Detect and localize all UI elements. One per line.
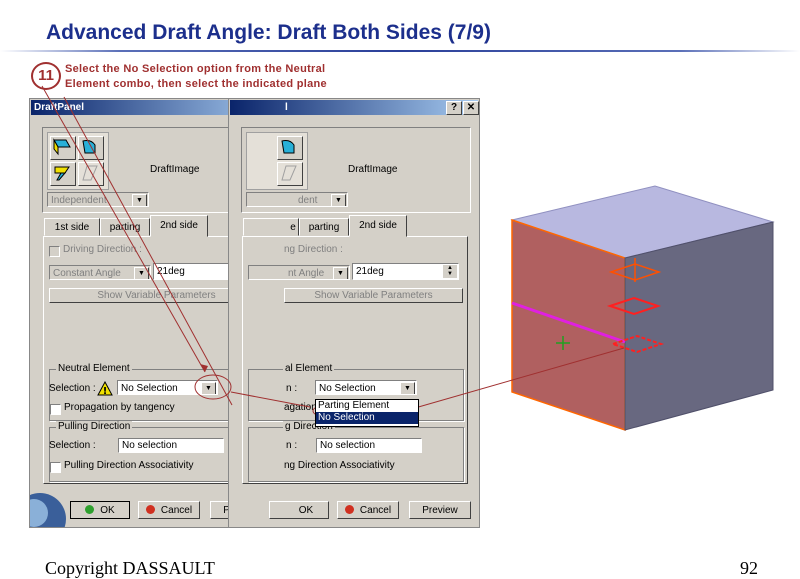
- neutral-selection-dropdown[interactable]: Parting Element No Selection: [315, 399, 419, 427]
- annotation-overlay: [41, 85, 775, 432]
- copyright-footer: Copyright DASSAULT: [45, 558, 215, 578]
- tab-2nd-side[interactable]: 2nd side: [349, 215, 407, 237]
- cube-side-face[interactable]: [624, 221, 774, 431]
- cube-3d-model[interactable]: [510, 185, 775, 432]
- dropdown-option-no-selection[interactable]: No Selection: [316, 412, 418, 424]
- page-number: 92: [740, 558, 758, 578]
- dropdown-option-parting-element[interactable]: Parting Element: [316, 400, 418, 412]
- tab-2nd-side[interactable]: 2nd side: [150, 215, 208, 237]
